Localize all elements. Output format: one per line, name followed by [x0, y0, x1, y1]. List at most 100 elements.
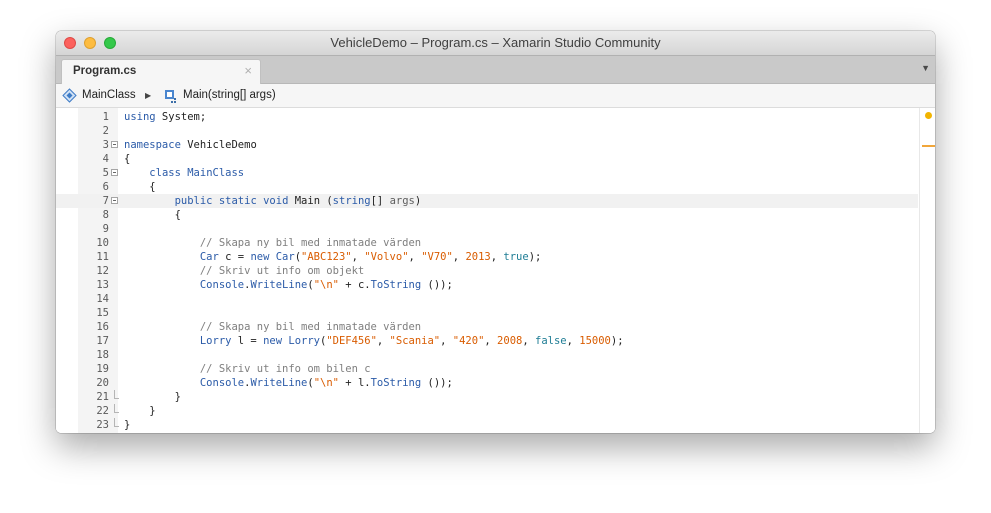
code-text: class MainClass	[124, 166, 244, 180]
code-token: Main (	[288, 195, 333, 207]
breadcrumb: MainClass ▶ Main(string[] args)	[56, 84, 935, 108]
code-line[interactable]: 19 // Skriv ut info om bilen c	[56, 362, 918, 376]
code-token: public	[174, 195, 213, 207]
code-token: ,	[490, 251, 504, 263]
code-token: namespace	[124, 139, 181, 151]
code-line[interactable]: 10 // Skapa ny bil med inmatade värden	[56, 236, 918, 250]
line-number: 15	[96, 307, 109, 319]
code-text: }	[124, 418, 130, 432]
code-line[interactable]: 11 Car c = new Car("ABC123", "Volvo", "V…	[56, 250, 918, 264]
code-token: Lorry	[288, 335, 320, 347]
code-line[interactable]: 9	[56, 222, 918, 236]
current-line-marker	[922, 145, 935, 147]
breadcrumb-method[interactable]: Main(string[] args)	[164, 84, 276, 107]
code-line[interactable]: 5 class MainClass	[56, 166, 918, 180]
code-token: // Skapa ny bil med inmatade värden	[199, 321, 422, 333]
code-token: void	[263, 195, 289, 207]
code-token: static	[218, 195, 257, 207]
line-number: 22	[96, 405, 109, 417]
code-line[interactable]: 17 Lorry l = new Lorry("DEF456", "Scania…	[56, 334, 918, 348]
code-line[interactable]: 6 {	[56, 180, 918, 194]
code-line[interactable]: 2	[56, 124, 918, 138]
line-number: 3	[102, 139, 109, 151]
code-line[interactable]: 1 using System;	[56, 110, 918, 124]
method-icon	[165, 89, 176, 103]
fold-toggle-icon[interactable]	[111, 197, 118, 204]
close-tab-icon[interactable]: ×	[244, 63, 252, 78]
code-token: "ABC123"	[301, 251, 352, 263]
code-line[interactable]: 16 // Skapa ny bil med inmatade värden	[56, 320, 918, 334]
code-line[interactable]: 7 public static void Main (string[] args…	[56, 194, 918, 208]
code-line[interactable]: 20 Console.WriteLine("\n" + l.ToString (…	[56, 376, 918, 390]
code-token: ,	[440, 335, 453, 347]
fold-end-marker	[114, 404, 119, 413]
code-token: ,	[408, 251, 422, 263]
code-token: Lorry	[199, 335, 232, 347]
code-editor[interactable]: 1 using System; 2 3 namespace VehicleDemo 4{5…	[56, 108, 935, 433]
code-token: "\n"	[313, 279, 339, 291]
code-token: ,	[351, 251, 365, 263]
code-token: "V70"	[421, 251, 453, 263]
code-token: );	[528, 251, 542, 263]
code-token: // Skriv ut info om bilen c	[199, 363, 371, 375]
code-token: new	[250, 251, 270, 263]
fold-end-marker	[114, 418, 119, 427]
line-number: 2	[102, 125, 109, 137]
code-token: "Volvo"	[364, 251, 409, 263]
code-line[interactable]: 12 // Skriv ut info om objekt	[56, 264, 918, 278]
code-line[interactable]: 15	[56, 306, 918, 320]
code-text: Lorry l = new Lorry("DEF456", "Scania", …	[124, 334, 624, 348]
code-token: ,	[566, 335, 580, 347]
code-token: ());	[421, 377, 453, 389]
code-token: Console	[199, 377, 245, 389]
tab-dropdown-icon[interactable]: ▼	[921, 63, 930, 73]
code-line[interactable]: 18	[56, 348, 918, 362]
code-line[interactable]: 14	[56, 292, 918, 306]
code-token: ToString	[370, 279, 422, 291]
fold-end-marker	[114, 390, 119, 399]
code-token: 2013	[465, 251, 491, 263]
code-token: ToString	[370, 377, 422, 389]
code-text: Console.WriteLine("\n" + l.ToString ());	[124, 376, 453, 390]
code-text: {	[124, 208, 181, 222]
line-number: 5	[102, 167, 109, 179]
overview-ruler[interactable]	[919, 108, 935, 433]
fold-toggle-icon[interactable]	[111, 141, 118, 148]
code-token: true	[503, 251, 529, 263]
breadcrumb-class[interactable]: MainClass	[62, 84, 136, 107]
code-line[interactable]: 22 }	[56, 404, 918, 418]
code-line[interactable]: 21 }	[56, 390, 918, 404]
code-text: // Skriv ut info om objekt	[124, 264, 364, 278]
code-text: // Skapa ny bil med inmatade värden	[124, 236, 421, 250]
code-token: + l.	[338, 377, 371, 389]
code-token: ());	[421, 279, 453, 291]
code-line[interactable]: 3 namespace VehicleDemo	[56, 138, 918, 152]
code-token: new	[263, 335, 283, 347]
window-title: VehicleDemo – Program.cs – Xamarin Studi…	[330, 35, 661, 50]
code-line[interactable]: 13 Console.WriteLine("\n" + c.ToString (…	[56, 278, 918, 292]
code-token: c =	[218, 251, 251, 263]
code-token: "Scania"	[389, 335, 441, 347]
code-line[interactable]: 4{	[56, 152, 918, 166]
code-token: 15000	[579, 335, 611, 347]
code-token: class	[149, 167, 181, 179]
fold-toggle-icon[interactable]	[111, 169, 118, 176]
code-text: // Skriv ut info om bilen c	[124, 362, 371, 376]
code-line[interactable]: 23}	[56, 418, 918, 432]
title-bar[interactable]: VehicleDemo – Program.cs – Xamarin Studi…	[56, 31, 935, 56]
code-token: ,	[376, 335, 390, 347]
tab-program-cs[interactable]: Program.cs ×	[61, 59, 261, 84]
code-token: Car	[199, 251, 219, 263]
code-token: // Skriv ut info om objekt	[199, 265, 365, 277]
warning-status-icon[interactable]	[925, 112, 932, 119]
breadcrumb-separator-icon: ▶	[145, 91, 152, 100]
code-token: {	[124, 153, 131, 165]
code-line[interactable]: 8 {	[56, 208, 918, 222]
line-number: 12	[96, 265, 109, 277]
line-number: 10	[96, 237, 109, 249]
